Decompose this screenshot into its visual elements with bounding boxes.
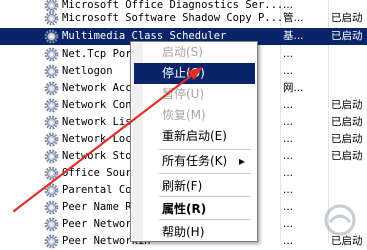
menu-item-label: 属性(R) xyxy=(162,202,207,216)
menu-item-label: 启动(S) xyxy=(162,45,203,59)
menu-item-label: 恢复(M) xyxy=(162,108,206,122)
menu-item[interactable]: 启动(S) xyxy=(134,42,255,63)
service-gear-icon xyxy=(44,98,59,113)
service-status: 已启动 xyxy=(331,133,363,145)
service-gear-icon xyxy=(44,149,59,164)
menu-item-label: 停止(O) xyxy=(162,66,205,80)
service-description: ... xyxy=(283,99,294,111)
menu-separator xyxy=(159,173,251,174)
service-description: ... xyxy=(283,184,294,196)
service-gear-icon xyxy=(44,11,59,26)
service-description: ... xyxy=(283,116,294,128)
watermark-logo xyxy=(324,204,356,236)
service-description: ... xyxy=(283,167,294,179)
menu-item[interactable]: 属性(R) xyxy=(134,199,255,220)
service-name: Microsoft Software Shadow Copy P... xyxy=(62,12,284,24)
menu-item[interactable]: 暂停(U) xyxy=(134,84,255,105)
service-gear-icon xyxy=(44,64,59,79)
menu-item[interactable]: 所有任务(K) ▸ xyxy=(134,151,255,172)
service-description: ... xyxy=(283,201,294,213)
service-description: ... xyxy=(283,133,294,145)
menu-item-label: 帮助(H) xyxy=(162,225,205,239)
menu-item-label: 重新启动(E) xyxy=(162,129,227,143)
service-description: ... xyxy=(283,65,294,77)
service-description: ... xyxy=(283,48,294,60)
service-gear-icon xyxy=(44,47,59,62)
menu-item[interactable]: 刷新(F) xyxy=(134,176,255,197)
menu-item-label: 所有任务(K) xyxy=(162,154,228,168)
submenu-arrow-icon: ▸ xyxy=(238,154,245,168)
service-status: 已启动 xyxy=(331,30,363,42)
service-description: 网... xyxy=(283,82,304,94)
service-context-menu: 启动(S) 停止(O) 暂停(U) 恢复(M) 重新启动(E) 所有任务(K) ▸ 刷新(F)… xyxy=(130,41,258,242)
service-description: 管... xyxy=(283,12,304,24)
service-status: 已启动 xyxy=(331,150,363,162)
menu-item-label: 刷新(F) xyxy=(162,179,203,193)
menu-item-label: 暂停(U) xyxy=(162,87,205,101)
service-description: 基... xyxy=(283,30,304,42)
service-gear-icon xyxy=(44,115,59,130)
menu-item[interactable]: 帮助(H) xyxy=(134,222,255,243)
menu-separator xyxy=(159,149,251,150)
service-status: 已启动 xyxy=(331,116,363,128)
service-gear-icon xyxy=(44,183,59,198)
menu-item[interactable]: 重新启动(E) xyxy=(134,126,255,147)
service-gear-icon xyxy=(44,81,59,96)
service-description: ... xyxy=(283,150,294,162)
service-gear-icon xyxy=(44,217,59,232)
service-gear-icon xyxy=(44,29,59,44)
service-status: 已启动 xyxy=(331,99,363,111)
service-status: 已启动 xyxy=(331,12,363,24)
menu-item[interactable]: 恢复(M) xyxy=(134,105,255,126)
menu-item[interactable]: 停止(O) xyxy=(134,63,255,84)
service-gear-icon xyxy=(44,166,59,181)
service-gear-icon xyxy=(44,200,59,215)
service-name: Netlogon xyxy=(62,65,113,77)
service-description: ... xyxy=(283,218,294,230)
service-gear-icon xyxy=(44,132,59,147)
service-row[interactable]: Microsoft Software Shadow Copy P... 管... 已… xyxy=(0,10,367,27)
